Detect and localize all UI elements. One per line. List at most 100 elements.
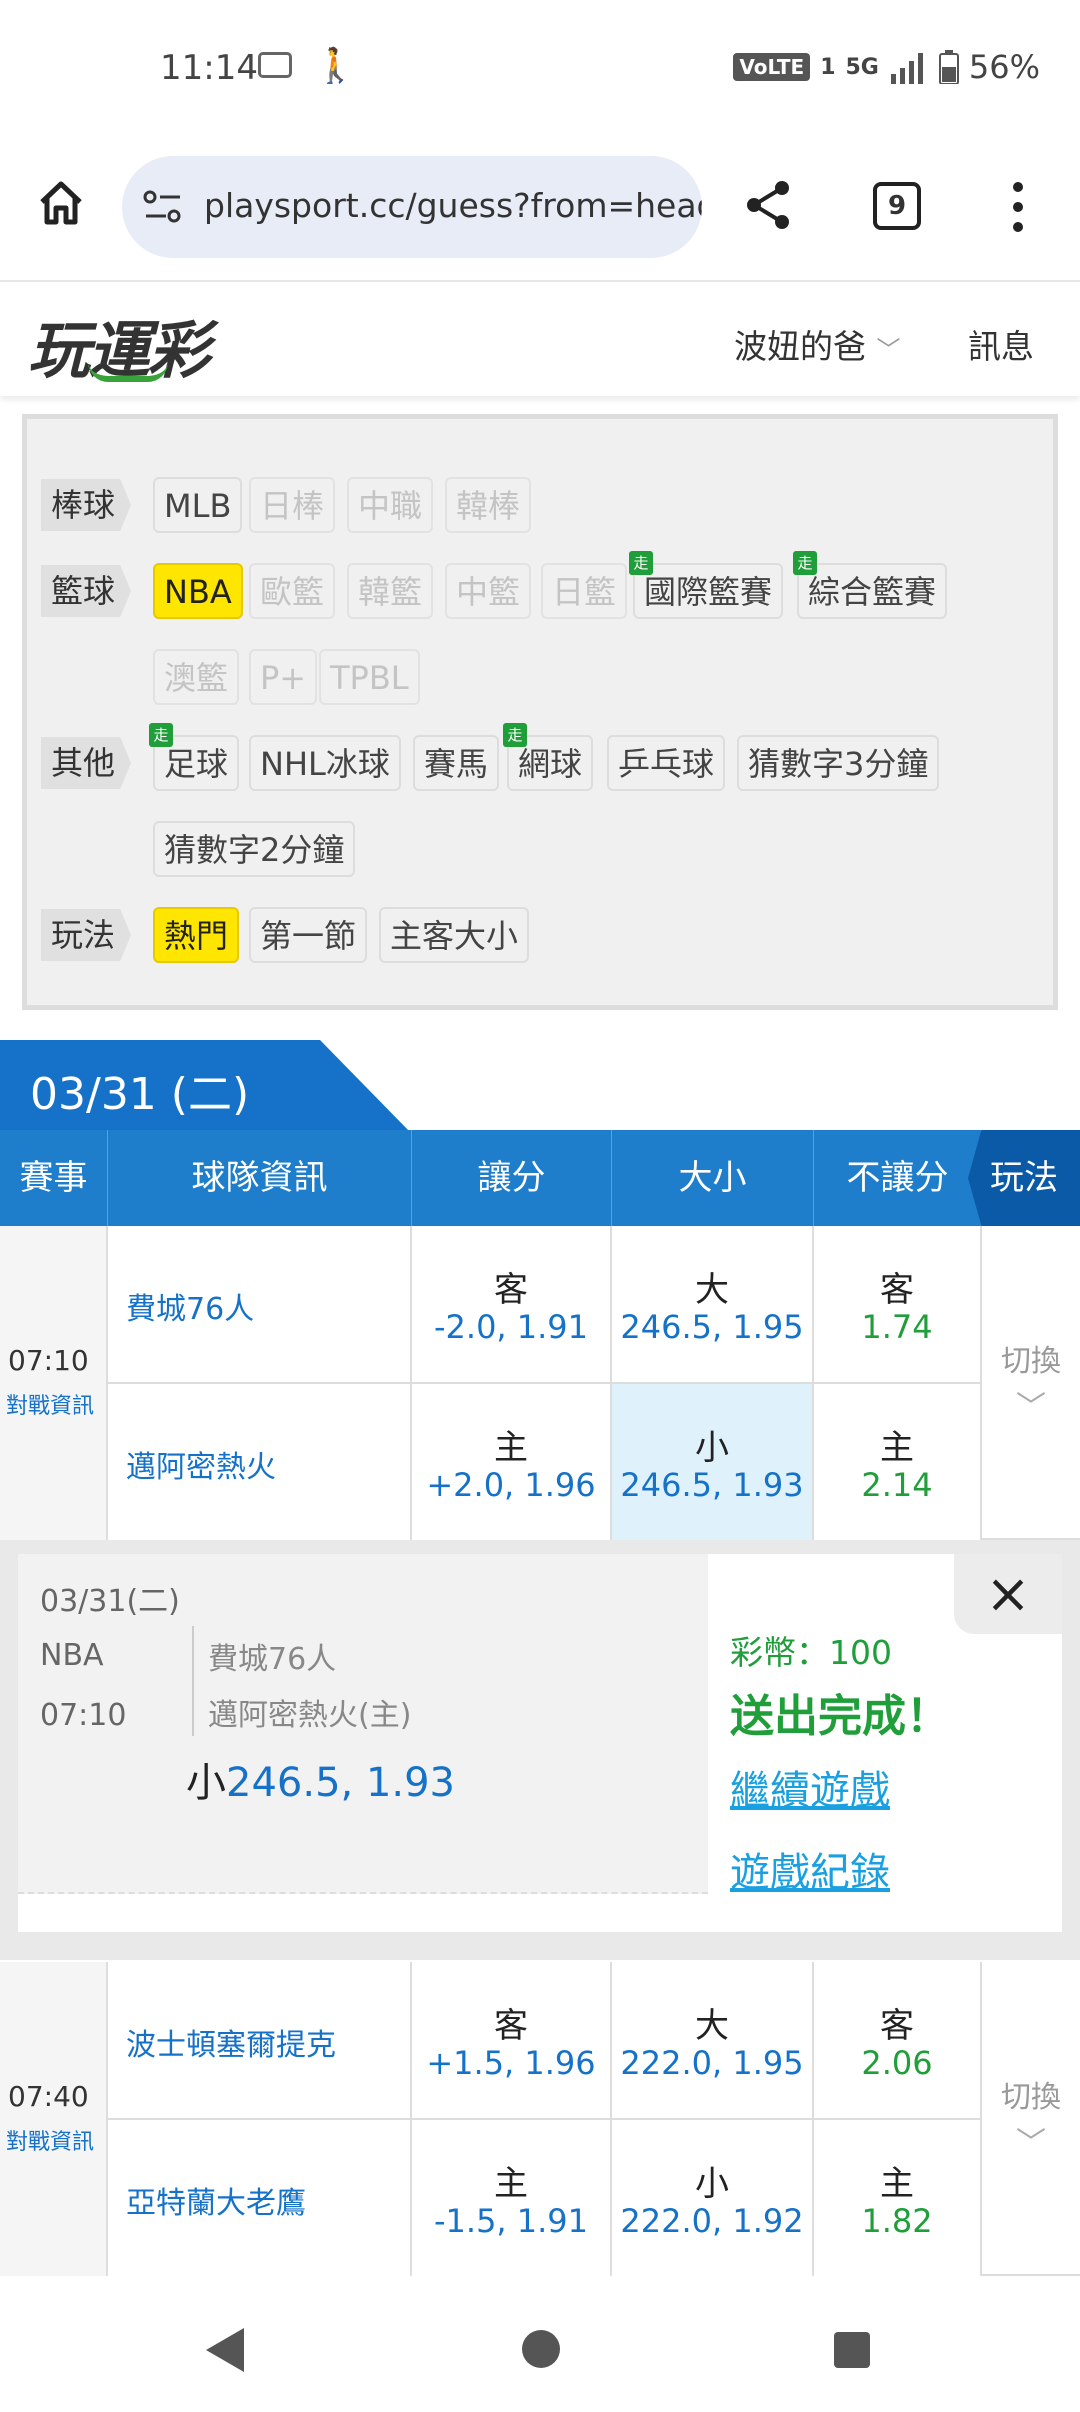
row-divider (108, 2118, 982, 2120)
date-tab: 03/31 (二) (0, 1040, 410, 1132)
match-row: 07:40 對戰資訊 波士頓塞爾提克 亞特蘭大老鷹 客 +1.5, 1.96 主-… (0, 1962, 1080, 2276)
filter-panel: 棒球 MLB 日棒 中職 韓棒 籃球 NBA 歐籃 韓籃 中籃 日籃 走 國際籃… (22, 414, 1058, 1010)
messages-link[interactable]: 訊息 (968, 320, 1034, 368)
col-event: 賽事 (0, 1130, 108, 1226)
filter-label-basketball: 籃球 (41, 565, 131, 617)
table-header: 賽事 球隊資訊 讓分 大小 不讓分 玩法 (0, 1130, 1080, 1226)
home-team-name[interactable]: 亞特蘭大老鷹 (126, 2178, 306, 2222)
address-bar[interactable]: playsport.cc/guess?from=head (122, 156, 702, 258)
ticket-home-team: 邁阿密熱火(主) (208, 1698, 412, 1733)
chip-kbo[interactable]: 韓棒 (445, 477, 532, 533)
home-icon[interactable] (36, 178, 86, 228)
chip-china-basketball[interactable]: 中籃 (445, 563, 532, 619)
chip-japan-basketball[interactable]: 日籃 (541, 563, 628, 619)
overflow-menu-icon[interactable] (1008, 180, 1028, 234)
chip-p-plus[interactable]: P+ (249, 649, 318, 705)
chevron-down-icon: ﹀ (1016, 2126, 1046, 2161)
chip-combined-basketball[interactable]: 走 綜合籃賽 (793, 551, 948, 619)
chip-euro-basketball[interactable]: 歐籃 (249, 563, 336, 619)
recent-apps-icon[interactable] (834, 2332, 870, 2368)
camera-icon (258, 52, 292, 78)
user-menu[interactable]: 波妞的爸 ﹀ (734, 320, 901, 368)
chip-cpbl[interactable]: 中職 (347, 477, 434, 533)
away-team-cell[interactable]: 費城76人 (108, 1226, 412, 1382)
bet-confirmation-card: 03/31(二) NBA 07:10 費城76人 邁阿密熱火(主) 小246.5… (18, 1554, 1062, 1932)
away-moneyline-odds[interactable]: 客 2.06 (814, 1962, 982, 2118)
chip-guess-number-2min[interactable]: 猜數字2分鐘 (153, 821, 356, 877)
site-logo[interactable]: 玩運彩 (28, 300, 210, 390)
site-settings-icon[interactable] (142, 188, 184, 226)
home-spread-odds[interactable]: 主 +2.0, 1.96 (412, 1384, 612, 1540)
status-time: 11:14 (160, 48, 258, 88)
col-total: 大小 (612, 1130, 814, 1226)
under-odds[interactable]: 小 222.0, 1.92 (612, 2120, 814, 2276)
chip-horse-racing[interactable]: 賽馬 (413, 735, 500, 791)
row-divider (108, 1382, 982, 1384)
ticket-time: 07:10 (40, 1698, 127, 1733)
away-spread-odds[interactable]: 客 +1.5, 1.96 (412, 1962, 612, 2118)
matchup-info-link[interactable]: 對戰資訊 (6, 1388, 94, 1420)
ticket-pick-side: 小 (186, 1760, 226, 1806)
match-time-cell: 07:10 對戰資訊 (0, 1226, 108, 1540)
chip-popular[interactable]: 熱門 (153, 907, 240, 963)
tab-switcher-button[interactable]: 9 (873, 182, 921, 230)
filter-label-baseball: 棒球 (41, 479, 131, 531)
logo-swoosh (88, 362, 168, 382)
status-bar: 11:14 🚶 VoLTE 1 5G 56% (0, 0, 1080, 140)
switch-play-button[interactable]: 切換 ﹀ (982, 1226, 1080, 1540)
walk-badge: 走 (629, 551, 653, 575)
ticket-league: NBA (40, 1638, 104, 1673)
filter-label-play: 玩法 (41, 909, 131, 961)
match-row: 07:10 對戰資訊 費城76人 邁阿密熱火 客 -2.0, 1.91 主 +2.0… (0, 1226, 1080, 1540)
match-time-cell: 07:40 對戰資訊 (0, 1962, 108, 2276)
home-team-cell[interactable]: 亞特蘭大老鷹 (108, 2120, 412, 2276)
url-text[interactable]: playsport.cc/guess?from=head (204, 186, 702, 225)
battery-icon (938, 50, 959, 84)
ticket-pick-value: 246.5, 1.93 (226, 1760, 456, 1806)
chip-nba[interactable]: NBA (153, 563, 243, 619)
volte-badge: VoLTE (733, 53, 811, 81)
chip-home-away-total[interactable]: 主客大小 (379, 907, 530, 963)
chip-mlb[interactable]: MLB (153, 477, 243, 533)
ticket-pick: 小246.5, 1.93 (186, 1750, 455, 1808)
walk-badge: 走 (149, 723, 173, 747)
chip-tpbl[interactable]: TPBL (319, 649, 420, 705)
chip-table-tennis[interactable]: 乒乓球 (607, 735, 726, 791)
home-circle-icon[interactable] (522, 2330, 560, 2368)
share-icon[interactable] (742, 178, 796, 232)
walking-icon: 🚶 (314, 46, 357, 86)
game-history-link[interactable]: 遊戲紀錄 (730, 1840, 890, 1898)
away-team-name[interactable]: 波士頓塞爾提克 (126, 2020, 336, 2064)
coins-spent: 彩幣：100 (730, 1633, 892, 1672)
under-odds-selected[interactable]: 小 246.5, 1.93 (612, 1384, 814, 1540)
back-icon[interactable] (206, 2328, 244, 2372)
away-team-name[interactable]: 費城76人 (126, 1284, 254, 1328)
continue-game-link[interactable]: 繼續遊戲 (730, 1758, 890, 1816)
ticket-date: 03/31(二) (40, 1584, 180, 1619)
away-team-cell[interactable]: 波士頓塞爾提克 (108, 1962, 412, 2118)
chip-nhl[interactable]: NHL冰球 (249, 735, 401, 791)
away-moneyline-odds[interactable]: 客 1.74 (814, 1226, 982, 1382)
walk-badge: 走 (503, 723, 527, 747)
home-team-cell[interactable]: 邁阿密熱火 (108, 1384, 412, 1540)
chip-first-quarter[interactable]: 第一節 (249, 907, 368, 963)
matchup-info-link[interactable]: 對戰資訊 (6, 2124, 94, 2156)
chip-tennis[interactable]: 走 網球 (503, 723, 594, 791)
away-spread-odds[interactable]: 客 -2.0, 1.91 (412, 1226, 612, 1382)
home-moneyline-odds[interactable]: 主 2.14 (814, 1384, 982, 1540)
home-moneyline-odds[interactable]: 主 1.82 (814, 2120, 982, 2276)
chip-intl-basketball[interactable]: 走 國際籃賽 (629, 551, 784, 619)
home-team-name[interactable]: 邁阿密熱火 (126, 1442, 276, 1486)
over-odds[interactable]: 大 246.5, 1.95 (612, 1226, 814, 1382)
chip-soccer[interactable]: 走 足球 (149, 723, 240, 791)
chip-npb[interactable]: 日棒 (249, 477, 336, 533)
over-odds[interactable]: 大 222.0, 1.95 (612, 1962, 814, 2118)
ticket-divider (192, 1626, 194, 1736)
bet-ticket: 03/31(二) NBA 07:10 費城76人 邁阿密熱火(主) 小246.5… (18, 1554, 708, 1894)
switch-play-button[interactable]: 切換 ﹀ (982, 1962, 1080, 2276)
chip-guess-number-3min[interactable]: 猜數字3分鐘 (737, 735, 940, 791)
home-spread-odds[interactable]: 主 -1.5, 1.91 (412, 2120, 612, 2276)
close-icon[interactable]: × (954, 1554, 1062, 1634)
chip-korea-basketball[interactable]: 韓籃 (347, 563, 434, 619)
chip-aus-basketball[interactable]: 澳籃 (153, 649, 240, 705)
